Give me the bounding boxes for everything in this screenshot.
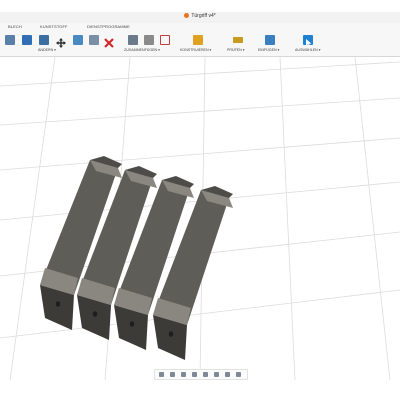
combine-icon[interactable] xyxy=(73,35,83,45)
pan-icon[interactable] xyxy=(181,372,186,377)
delete-icon[interactable] xyxy=(104,35,114,48)
joint-icon[interactable] xyxy=(144,35,154,45)
extrude-icon[interactable] xyxy=(22,35,32,45)
replace-face-icon[interactable] xyxy=(89,35,99,45)
ribbon-tabs: BLECH KUNSTSTOFF DIENSTPROGRAMME xyxy=(0,23,400,32)
canvas-viewport[interactable] xyxy=(0,57,400,380)
sketch-icon[interactable] xyxy=(5,35,15,45)
group-einfuegen[interactable]: EINFÜGEN ▾ xyxy=(258,48,279,52)
select-icon[interactable] xyxy=(303,35,313,47)
navigation-bar xyxy=(154,369,248,380)
group-aendern[interactable]: ÄNDERN ▾ xyxy=(38,48,56,52)
model-canvas[interactable] xyxy=(0,57,400,380)
shell-icon[interactable] xyxy=(39,35,49,45)
grid-icon[interactable] xyxy=(225,372,230,377)
group-pruefen[interactable]: PRÜFEN ▾ xyxy=(227,48,245,52)
document-icon xyxy=(184,13,190,18)
tab-blech[interactable]: BLECH xyxy=(8,24,22,29)
fusion-window: Türgriff v4* BLECH KUNSTSTOFF DIENSTPROG… xyxy=(0,0,400,400)
new-component-icon[interactable] xyxy=(128,35,138,45)
tab-kunststoff[interactable]: KUNSTSTOFF xyxy=(40,24,68,29)
viewports-icon[interactable] xyxy=(236,372,241,377)
group-auswaehlen[interactable]: AUSWÄHLEN ▾ xyxy=(295,48,321,52)
document-title: Türgriff v4* xyxy=(0,13,400,19)
display-settings-icon[interactable] xyxy=(214,372,219,377)
orbit-icon[interactable] xyxy=(159,372,164,377)
document-title-text: Türgriff v4* xyxy=(191,13,216,19)
tab-dienstprogramme[interactable]: DIENSTPROGRAMME xyxy=(87,24,130,29)
measure-icon[interactable] xyxy=(233,37,243,43)
bottom-margin xyxy=(0,381,400,400)
look-at-icon[interactable] xyxy=(170,372,175,377)
move-icon[interactable] xyxy=(56,35,66,48)
zoom-icon[interactable] xyxy=(192,372,197,377)
as-built-joint-icon[interactable] xyxy=(160,35,170,45)
group-zusammenfuegen[interactable]: ZUSAMMENFÜGEN ▾ xyxy=(124,48,160,52)
ribbon-toolbar: ÄNDERN ▾ ZUSAMMENFÜGEN ▾ KONSTRUIEREN ▾ … xyxy=(0,32,400,57)
title-bar: Türgriff v4* xyxy=(0,12,400,23)
insert-image-icon[interactable] xyxy=(265,35,275,45)
group-konstruieren[interactable]: KONSTRUIEREN ▾ xyxy=(180,48,211,52)
fit-icon[interactable] xyxy=(203,372,208,377)
offset-plane-icon[interactable] xyxy=(193,35,203,45)
